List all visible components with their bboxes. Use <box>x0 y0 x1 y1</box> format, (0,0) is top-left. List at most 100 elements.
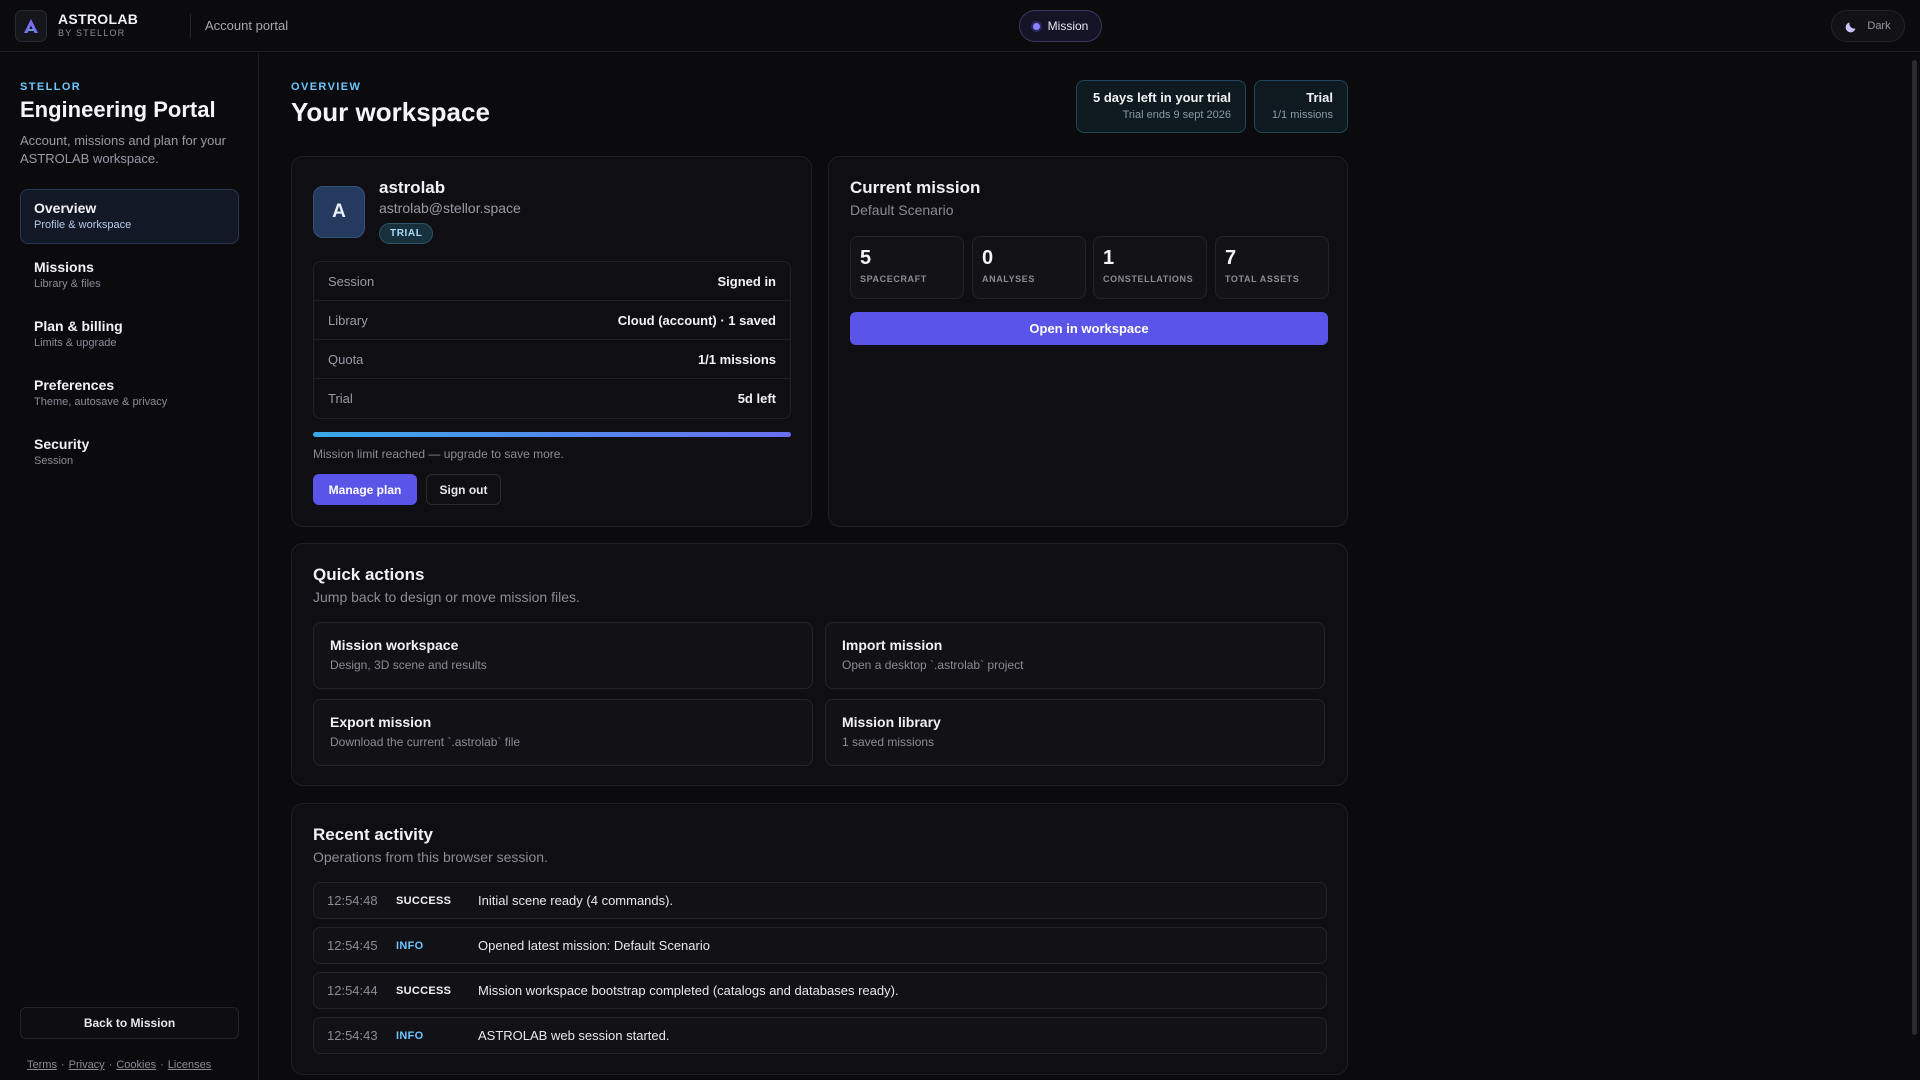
quick-actions-card: Quick actions Jump back to design or mov… <box>291 543 1348 786</box>
quota-progress-fill <box>313 432 791 437</box>
activity-message: Opened latest mission: Default Scenario <box>478 938 710 953</box>
mission-workspace-action[interactable]: Mission workspace Design, 3D scene and r… <box>313 622 813 689</box>
portal-label: Account portal <box>205 18 289 33</box>
terms-link[interactable]: Terms <box>27 1059 57 1071</box>
action-sub: Download the current `.astrolab` file <box>330 735 521 749</box>
sidebar-item-security[interactable]: Security Session <box>20 425 239 480</box>
privacy-link[interactable]: Privacy <box>69 1059 105 1071</box>
avatar: A <box>313 186 365 238</box>
sidebar-item-plan-billing[interactable]: Plan & billing Limits & upgrade <box>20 307 239 362</box>
activity-row: 12:54:44 SUCCESS Mission workspace boots… <box>313 972 1327 1009</box>
recent-activity-subtitle: Operations from this browser session. <box>313 849 548 865</box>
activity-row: 12:54:43 INFO ASTROLAB web session start… <box>313 1017 1327 1054</box>
cookies-link[interactable]: Cookies <box>116 1059 156 1071</box>
quota-progress-bar <box>313 432 791 437</box>
trial-badge: TRIAL <box>379 223 434 244</box>
account-info-table: Session Signed in Library Cloud (account… <box>313 261 791 419</box>
activity-level: SUCCESS <box>396 894 452 907</box>
brand-name: ASTROLAB <box>58 11 139 27</box>
stat-value: 5 <box>860 247 872 269</box>
import-mission-action[interactable]: Import mission Open a desktop `.astrolab… <box>825 622 1325 689</box>
info-key: Session <box>328 273 375 289</box>
export-mission-action[interactable]: Export mission Download the current `.as… <box>313 699 813 766</box>
activity-time: 12:54:45 <box>327 938 378 953</box>
sidebar-item-missions[interactable]: Missions Library & files <box>20 248 239 303</box>
current-mission-card: Current mission Default Scenario 5 SPACE… <box>828 156 1348 527</box>
activity-message: ASTROLAB web session started. <box>478 1028 670 1043</box>
sidebar-eyebrow: STELLOR <box>20 81 82 93</box>
activity-message: Mission workspace bootstrap completed (c… <box>478 983 899 998</box>
sidebar-title: Engineering Portal <box>20 97 216 122</box>
account-email: astrolab@stellor.space <box>379 200 521 216</box>
stat-label: ANALYSES <box>982 274 1035 284</box>
top-bar: ASTROLAB BY STELLOR Account portal Missi… <box>0 0 1920 52</box>
sign-out-button[interactable]: Sign out <box>426 474 501 505</box>
trial-status-badge: 5 days left in your trial Trial ends 9 s… <box>1076 80 1246 133</box>
stat-label: SPACECRAFT <box>860 274 927 284</box>
limit-note: Mission limit reached — upgrade to save … <box>313 447 564 461</box>
plan-status-main: Trial <box>1306 90 1333 105</box>
sidebar-item-label: Security <box>34 436 90 452</box>
activity-time: 12:54:44 <box>327 983 378 998</box>
stat-label: TOTAL ASSETS <box>1225 274 1300 284</box>
quick-actions-subtitle: Jump back to design or move mission file… <box>313 589 580 605</box>
astrolab-logo-icon[interactable] <box>15 10 47 42</box>
sidebar-item-preferences[interactable]: Preferences Theme, autosave & privacy <box>20 366 239 421</box>
quick-actions-title: Quick actions <box>313 565 425 584</box>
mission-pill-label: Mission <box>1047 19 1089 33</box>
action-sub: Open a desktop `.astrolab` project <box>842 658 1024 672</box>
account-name: astrolab <box>379 178 446 197</box>
footer-separator: · <box>160 1059 164 1071</box>
stat-label: CONSTELLATIONS <box>1103 274 1194 284</box>
moon-icon <box>1846 22 1856 33</box>
action-title: Export mission <box>330 714 432 730</box>
info-key: Trial <box>328 391 353 406</box>
mission-dot-icon <box>1032 22 1040 30</box>
table-row: Trial 5d left <box>314 379 790 418</box>
table-row: Session Signed in <box>314 262 790 301</box>
recent-activity-card: Recent activity Operations from this bro… <box>291 803 1348 1075</box>
open-in-workspace-button[interactable]: Open in workspace <box>850 312 1328 345</box>
back-to-mission-button[interactable]: Back to Mission <box>20 1007 239 1039</box>
sidebar-item-overview[interactable]: Overview Profile & workspace <box>20 189 239 244</box>
sidebar-item-sub: Session <box>34 455 74 467</box>
stat-spacecraft: 5 SPACECRAFT <box>850 236 964 299</box>
sidebar-item-sub: Library & files <box>34 278 101 290</box>
activity-level: INFO <box>396 1029 424 1042</box>
brand: ASTROLAB BY STELLOR <box>58 12 138 38</box>
sidebar: STELLOR Engineering Portal Account, miss… <box>0 53 259 1080</box>
sidebar-item-label: Preferences <box>34 377 115 393</box>
manage-plan-button[interactable]: Manage plan <box>313 474 417 505</box>
sidebar-item-label: Missions <box>34 259 94 275</box>
stat-value: 1 <box>1103 247 1115 269</box>
top-divider <box>190 14 191 38</box>
stat-value: 0 <box>982 247 994 269</box>
theme-toggle-button[interactable]: Dark <box>1831 10 1905 42</box>
activity-level: INFO <box>396 939 424 952</box>
activity-row: 12:54:45 INFO Opened latest mission: Def… <box>313 927 1327 964</box>
info-value: 1/1 missions <box>697 351 776 367</box>
activity-level: SUCCESS <box>396 984 452 997</box>
footer-separator: · <box>108 1059 113 1071</box>
page-eyebrow: OVERVIEW <box>291 81 362 93</box>
licenses-link[interactable]: Licenses <box>168 1059 211 1071</box>
activity-row: 12:54:48 SUCCESS Initial scene ready (4 … <box>313 882 1327 919</box>
page-scrollbar[interactable] <box>1912 60 1917 1035</box>
info-value: 5d left <box>737 391 776 406</box>
account-card: A astrolab astrolab@stellor.space TRIAL … <box>291 156 812 527</box>
sidebar-item-label: Plan & billing <box>34 318 123 334</box>
action-title: Mission library <box>842 714 941 730</box>
table-row: Quota 1/1 missions <box>314 340 790 379</box>
info-value: Signed in <box>717 273 777 289</box>
mission-pill-button[interactable]: Mission <box>1019 10 1102 42</box>
stat-total-assets: 7 TOTAL ASSETS <box>1215 236 1329 299</box>
footer-links: Terms · Privacy · Cookies · Licenses <box>27 1059 211 1071</box>
activity-message: Initial scene ready (4 commands). <box>478 893 674 908</box>
info-key: Library <box>328 312 368 328</box>
sidebar-item-sub: Profile & workspace <box>34 219 132 231</box>
current-mission-title: Current mission <box>850 178 981 197</box>
activity-time: 12:54:43 <box>327 1028 378 1043</box>
recent-activity-title: Recent activity <box>313 825 433 844</box>
mission-library-action[interactable]: Mission library 1 saved missions <box>825 699 1325 766</box>
current-mission-subtitle: Default Scenario <box>850 202 954 218</box>
